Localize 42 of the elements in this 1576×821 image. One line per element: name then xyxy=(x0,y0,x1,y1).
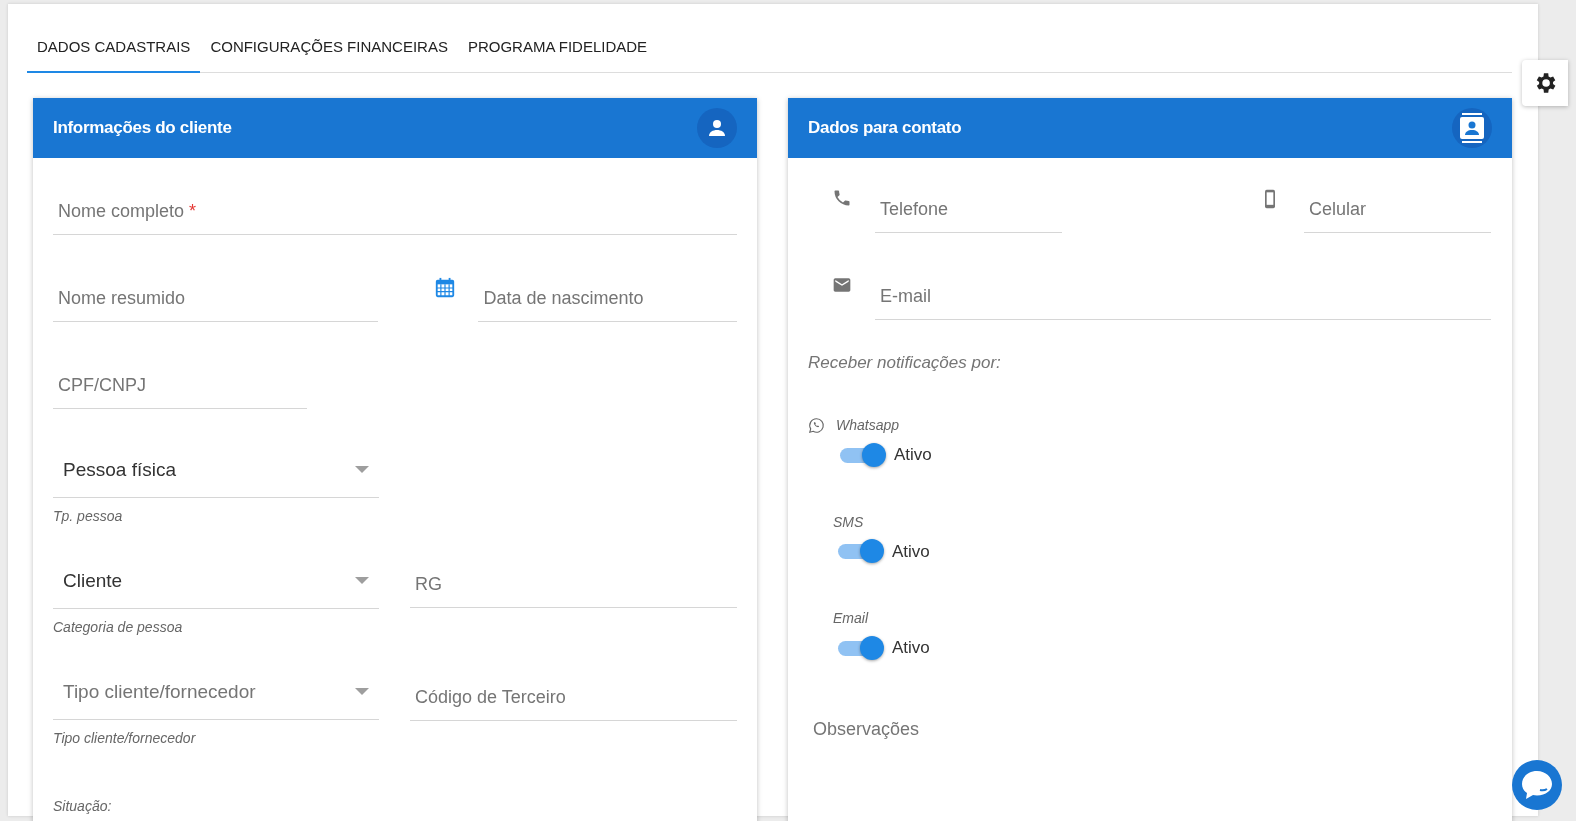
dropdown[interactable]: Pessoa física xyxy=(53,449,379,498)
toggle-switch[interactable] xyxy=(836,539,884,564)
caret-icon xyxy=(355,465,369,473)
card-title: Dados para contato xyxy=(808,116,962,139)
input-field[interactable]: Telefone xyxy=(875,187,1062,233)
input-field[interactable]: Nome completo * xyxy=(53,189,737,235)
chat-button[interactable] xyxy=(1512,760,1562,810)
person-icon xyxy=(697,107,737,148)
input-field[interactable]: RG xyxy=(410,562,737,608)
dropdown[interactable]: Tipo cliente/fornecedor xyxy=(53,671,379,720)
channel-label: SMS xyxy=(833,512,864,532)
helper-text: Categoria de pessoa xyxy=(53,617,183,637)
channel-label: Email xyxy=(833,609,868,628)
input-field[interactable]: Celular xyxy=(1304,187,1491,233)
speech-bubble-icon xyxy=(1520,769,1554,801)
helper-text: Tipo cliente/fornecedor xyxy=(53,728,196,748)
settings-button[interactable] xyxy=(1522,60,1568,106)
input-field[interactable]: Data de nascimento xyxy=(478,276,737,322)
switch-label: Ativo xyxy=(892,540,930,563)
tab[interactable]: PROGRAMA FIDELIDADE xyxy=(457,28,658,73)
card-title: Informações do cliente xyxy=(53,116,232,139)
switch-label: Ativo xyxy=(892,637,930,659)
section-heading: Receber notificações por: xyxy=(808,351,1001,374)
input-field[interactable]: Código de Terceiro xyxy=(410,675,737,721)
tab[interactable]: CONFIGURAÇÕES FINANCEIRAS xyxy=(200,28,458,73)
chat-bubble-icon xyxy=(808,417,825,434)
calendar-icon xyxy=(434,276,457,299)
switch-label: Ativo xyxy=(894,444,932,466)
helper-text: Tp. pessoa xyxy=(53,506,123,526)
input-field[interactable]: E-mail xyxy=(875,274,1491,320)
tab[interactable]: DADOS CADASTRAIS xyxy=(27,28,201,73)
channel-label: Whatsapp xyxy=(836,416,900,435)
toggle-switch[interactable] xyxy=(838,442,886,467)
input-field[interactable]: CPF/CNPJ xyxy=(53,363,307,409)
input-field[interactable]: Nome resumido xyxy=(53,276,379,322)
caret-icon xyxy=(355,687,369,695)
dropdown[interactable]: Cliente xyxy=(53,560,379,609)
caret-icon xyxy=(355,576,369,584)
toggle-switch[interactable] xyxy=(836,635,884,660)
notes-field[interactable]: Observações xyxy=(813,715,1473,776)
contact-card-icon xyxy=(1452,107,1492,148)
field-label: Situação: xyxy=(53,796,112,816)
